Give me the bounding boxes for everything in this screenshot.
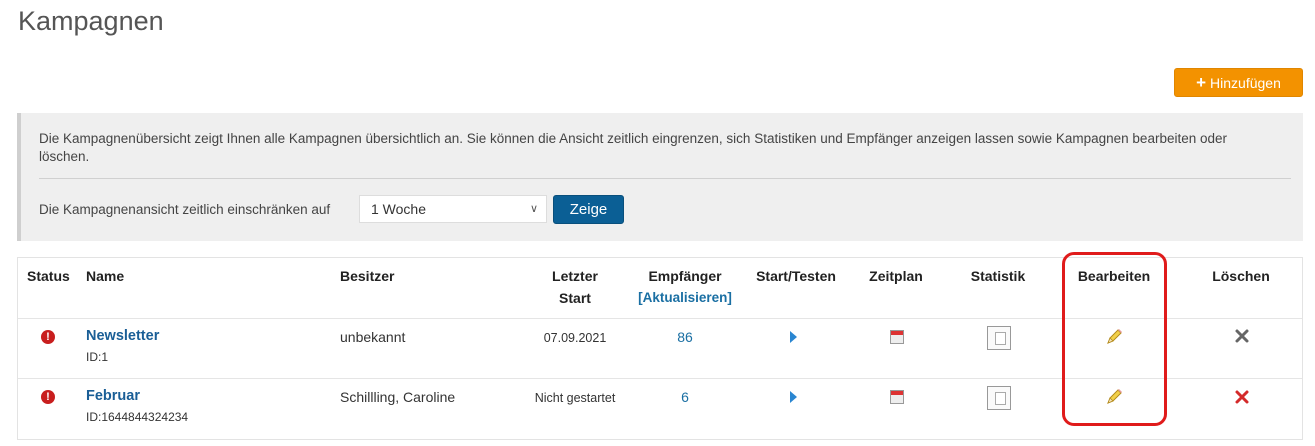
header-owner: Besitzer — [340, 268, 395, 284]
header-schedule: Zeitplan — [869, 268, 923, 284]
header-last-start-line2: Start — [559, 290, 591, 306]
x-icon[interactable] — [1234, 328, 1250, 344]
header-last-start: Letzter Start — [533, 265, 617, 309]
edit-column-highlight — [1062, 252, 1167, 426]
play-icon[interactable] — [790, 391, 797, 403]
refresh-recipients-link[interactable]: [Aktualisieren] — [624, 287, 746, 309]
chevron-down-icon: ∨ — [529, 203, 538, 215]
time-filter-select[interactable]: 1 Woche ∨ — [359, 195, 547, 223]
last-start-cell: Nicht gestartet — [534, 391, 616, 405]
campaign-name-link[interactable]: Februar — [86, 388, 188, 404]
header-recipients: Empfänger [Aktualisieren] — [624, 265, 746, 309]
recipients-count-link[interactable]: 86 — [624, 329, 746, 345]
header-statistics: Statistik — [970, 268, 1026, 284]
campaign-id: ID:1644844324234 — [86, 410, 189, 424]
plus-icon: + — [1196, 73, 1207, 92]
page-title: Kampagnen — [18, 6, 164, 36]
time-filter-value: 1 Woche — [371, 201, 426, 217]
campaign-id: ID:1 — [86, 350, 109, 364]
add-button-label: Hinzufügen — [1210, 74, 1281, 91]
header-last-start-line1: Letzter — [552, 268, 598, 284]
header-name: Name — [86, 268, 125, 284]
add-campaign-button[interactable]: + Hinzufügen — [1174, 68, 1303, 97]
show-button[interactable]: Zeige — [553, 195, 624, 224]
calendar-icon[interactable] — [890, 390, 904, 404]
header-start-test: Start/Testen — [756, 268, 836, 284]
header-delete: Löschen — [1212, 268, 1270, 284]
owner-cell: Schillling, Caroline — [340, 389, 456, 405]
name-cell: Februar ID:1644844324234 — [86, 388, 188, 424]
exclamation-circle-icon: ! — [41, 330, 55, 344]
campaign-name-link[interactable]: Newsletter — [86, 328, 159, 344]
exclamation-circle-icon: ! — [41, 390, 55, 404]
info-description: Die Kampagnenübersicht zeigt Ihnen alle … — [39, 131, 1227, 164]
header-status: Status — [27, 268, 70, 284]
recipients-count-link[interactable]: 6 — [624, 389, 746, 405]
header-recipients-label: Empfänger — [648, 268, 722, 284]
last-start-cell: 07.09.2021 — [543, 331, 607, 345]
statistics-document-icon[interactable] — [987, 386, 1011, 410]
statistics-document-icon[interactable] — [987, 326, 1011, 350]
owner-cell: unbekannt — [340, 329, 406, 345]
play-icon[interactable] — [790, 331, 797, 343]
calendar-icon[interactable] — [890, 330, 904, 344]
name-cell: Newsletter ID:1 — [86, 328, 159, 364]
x-icon[interactable] — [1234, 389, 1250, 405]
filter-label: Die Kampagnenansicht zeitlich einschränk… — [39, 202, 331, 217]
info-panel: Die Kampagnenübersicht zeigt Ihnen alle … — [17, 113, 1303, 241]
divider — [39, 178, 1291, 179]
